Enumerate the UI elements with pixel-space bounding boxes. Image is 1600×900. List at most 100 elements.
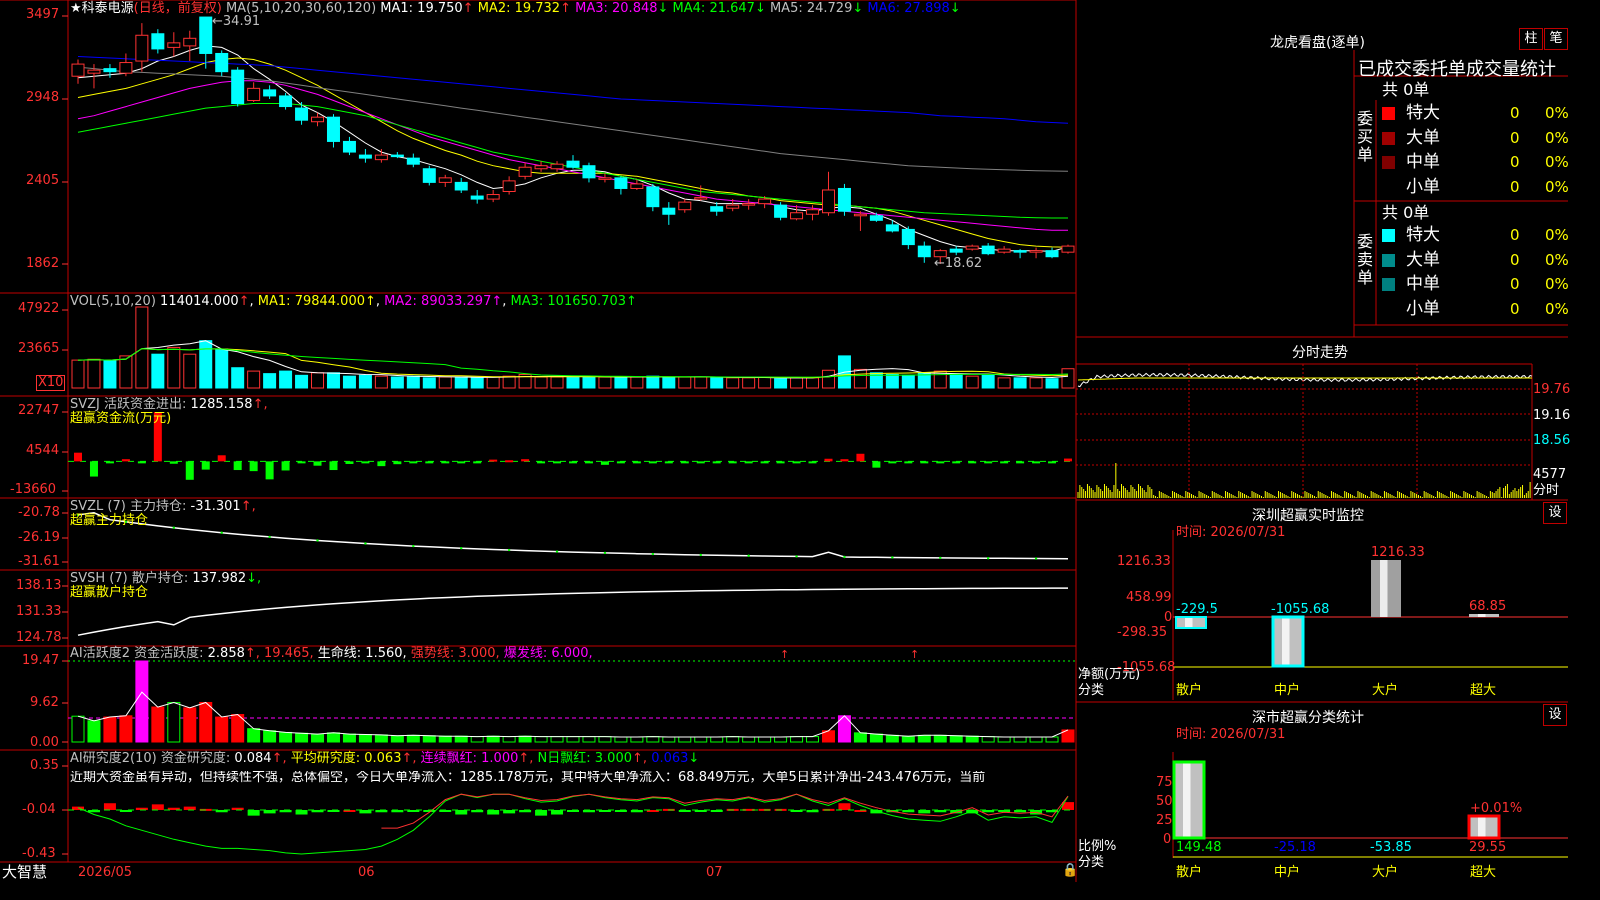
svzl-dot <box>843 555 846 559</box>
ai2-bar <box>215 716 229 743</box>
candle-body <box>231 69 245 105</box>
monitor-bar-4-shine <box>1478 614 1486 617</box>
volume-bar <box>678 376 692 389</box>
ai2-bar <box>949 735 963 743</box>
ai2-label-1: 19.47 <box>22 653 60 668</box>
research-bar <box>151 804 164 810</box>
research-bar <box>503 810 516 814</box>
candle-body <box>486 194 500 200</box>
candle-body <box>742 203 756 206</box>
brand-logo[interactable]: 大智慧 <box>2 865 47 880</box>
tick-mode-button[interactable]: 笔 <box>1544 28 1568 50</box>
ai2-bar <box>151 706 165 743</box>
monitor-settings-button[interactable]: 设 <box>1543 502 1567 524</box>
research-bar <box>103 803 116 810</box>
chart-canvas[interactable]: ↑ ↑ <box>0 0 1568 882</box>
classify-cat-1: 散户 <box>1176 865 1203 880</box>
research-bar <box>918 810 931 814</box>
svzj-bar <box>584 461 593 464</box>
fenshi-label-2: 19.16 <box>1533 408 1571 423</box>
ai2-bar <box>247 728 261 743</box>
monitor-bar-1-shine <box>1185 617 1193 628</box>
candle-body <box>199 16 213 54</box>
svzl-label-1: -20.78 <box>18 505 60 520</box>
svzl-label-2: -26.19 <box>18 530 60 545</box>
svsh-label-1: 138.13 <box>16 578 62 593</box>
candle-body <box>614 177 628 189</box>
svzl-label-3: -31.61 <box>18 554 60 569</box>
longhu-row-value: 0 <box>1510 128 1520 147</box>
candle-body <box>997 248 1011 253</box>
svzj-bar <box>680 461 689 464</box>
svzj-bar <box>1000 461 1009 464</box>
classify-catlabel: 分类 <box>1078 855 1105 870</box>
ai2-label-3: 0.00 <box>30 735 59 750</box>
vol-label-1: 47922 <box>18 301 60 316</box>
svzj-bar <box>201 461 210 470</box>
ai2-bar <box>694 736 708 743</box>
volume-bar <box>438 376 452 389</box>
monitor-cat-1: 散户 <box>1176 683 1203 698</box>
bar-mode-button[interactable]: 柱 <box>1519 28 1543 50</box>
research-bar <box>183 806 196 810</box>
svzj-bar <box>888 461 897 464</box>
candle-body <box>566 160 580 168</box>
svzj-bar <box>1064 458 1072 462</box>
ai2-bar <box>901 735 915 743</box>
candle-body <box>438 177 452 183</box>
volume-bar <box>630 376 644 389</box>
classify-settings-button[interactable]: 设 <box>1543 704 1567 726</box>
volume-bar <box>821 369 835 389</box>
candle-body <box>422 168 436 183</box>
volume-bar <box>885 373 899 389</box>
longhu-row-value: 0 <box>1510 226 1520 244</box>
svzj-bar <box>393 461 402 465</box>
vol-header: VOL(5,10,20) 114014.000↑, MA1: 79844.000… <box>70 294 637 309</box>
volume-bar <box>566 375 580 389</box>
candle-body <box>358 154 372 159</box>
svzl-dot <box>699 553 702 557</box>
candle-body <box>390 154 404 158</box>
ai2-label-2: 9.62 <box>30 695 59 710</box>
svzj-bar <box>616 461 625 464</box>
ai2-bar <box>326 732 340 743</box>
monitor-cat-3: 大户 <box>1372 683 1399 698</box>
candle-body <box>342 140 356 153</box>
volume-bar <box>965 375 979 389</box>
ai2-bar <box>566 736 580 743</box>
svzl-header: SVZL (7) 主力持仓: -31.301↑, <box>70 499 256 514</box>
high-marker: ←34.91 <box>212 14 261 29</box>
svzj-bar <box>297 461 306 464</box>
candle-body <box>454 181 468 191</box>
candle-body <box>311 116 325 123</box>
longhu-row-value: 0 <box>1510 250 1520 269</box>
svzj-bar <box>1016 461 1025 464</box>
svzj-bar <box>553 461 562 464</box>
longhu-row-percent: 0% <box>1545 104 1569 122</box>
ma-legend-3: MA3: 20.848 <box>575 1 658 16</box>
buy-label: 委买单 <box>1357 109 1374 164</box>
volume-bar <box>279 370 293 389</box>
svzj-bar <box>569 461 577 464</box>
research-line-red <box>381 793 1069 829</box>
volume-bar <box>1029 377 1043 389</box>
ai-research-header: AI研究度2(10) 资金研究度: 0.084↑, 平均研究度: 0.063↑,… <box>70 751 700 766</box>
longhu-row-name: 中单 <box>1406 152 1440 172</box>
svsh-label-2: 131.33 <box>16 604 62 619</box>
svzj-bar <box>377 461 386 467</box>
ai2-bar <box>742 736 756 743</box>
ai2-bar <box>374 734 388 743</box>
candle-body <box>949 248 963 253</box>
ai2-bar <box>295 732 309 743</box>
svzj-bar <box>265 461 274 480</box>
svzj-bar <box>840 459 849 462</box>
svzj-subtitle: 超赢资金流(万元) <box>70 411 172 426</box>
monitor-cat-4: 超大 <box>1470 683 1497 698</box>
fenshi-vol-label: 4577 <box>1533 467 1567 482</box>
research-bar <box>838 803 851 810</box>
ai2-bar <box>183 707 197 743</box>
lock-icon[interactable]: 🔒 <box>1062 864 1078 878</box>
svzj-bar <box>824 458 833 462</box>
volume-bar <box>390 376 404 389</box>
stock-name[interactable]: 科泰电源 <box>82 1 134 16</box>
